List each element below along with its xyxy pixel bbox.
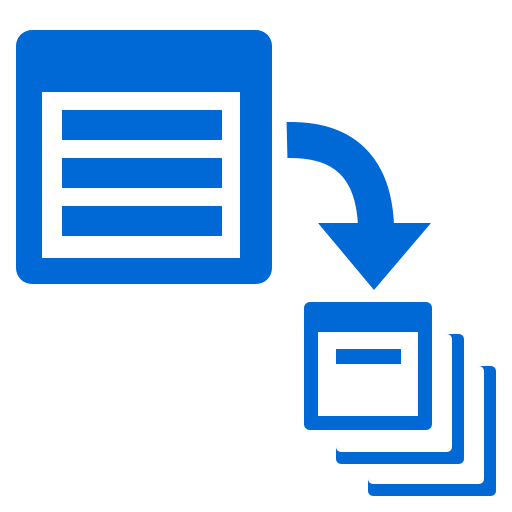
source-window-line-3	[62, 206, 222, 236]
stack-front-window	[304, 302, 432, 430]
source-window-icon	[16, 30, 272, 284]
stacked-windows-icon	[304, 302, 496, 496]
source-window-line-2	[62, 158, 222, 188]
source-window-line-1	[62, 110, 222, 140]
split-windows-icon-canvas	[0, 0, 512, 512]
curved-arrow-icon	[286, 121, 431, 290]
split-windows-icon	[16, 30, 496, 496]
curved-arrow-head	[318, 223, 431, 290]
stack-front-window-line	[336, 349, 401, 364]
stack-front-window-content-area	[318, 332, 418, 416]
curved-arrow-shaft	[286, 121, 394, 227]
